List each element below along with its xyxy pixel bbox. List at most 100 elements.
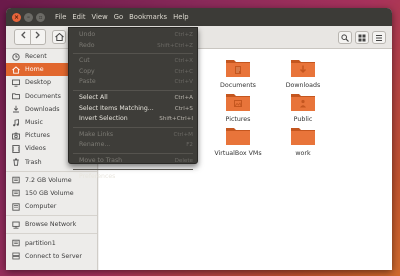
home-icon bbox=[12, 66, 20, 74]
sidebar-item-browse-network[interactable]: Browse Network bbox=[6, 218, 97, 231]
folder-icon bbox=[225, 57, 251, 79]
menu-separator bbox=[73, 89, 193, 91]
folder-label: VirtualBox VMs bbox=[214, 150, 262, 157]
folder-icon bbox=[225, 91, 251, 113]
folder-downloads[interactable]: Downloads bbox=[272, 57, 334, 89]
menu-item-copy: Copy Ctrl+C bbox=[69, 67, 197, 78]
folder-label: work bbox=[295, 150, 311, 157]
drive-icon bbox=[12, 239, 20, 247]
menu-separator bbox=[73, 168, 193, 170]
menu-item-redo: Redo Shift+Ctrl+Z bbox=[69, 41, 197, 52]
menu-separator bbox=[73, 152, 193, 154]
menu-item-shortcut: Shift+Ctrl+Z bbox=[157, 42, 193, 49]
menu-go[interactable]: Go bbox=[114, 13, 123, 21]
menu-item-label: Rename... bbox=[79, 141, 111, 149]
menu-item-label: Copy bbox=[79, 67, 95, 75]
sidebar-item-computer[interactable]: Computer bbox=[6, 200, 97, 213]
folder-virtualbox-vms[interactable]: VirtualBox VMs bbox=[207, 125, 269, 157]
minimize-window-button[interactable]: – bbox=[24, 12, 33, 22]
close-window-button[interactable]: × bbox=[12, 12, 21, 22]
folder-public[interactable]: Public bbox=[272, 91, 334, 123]
menu-item-label: Preferences bbox=[79, 172, 116, 180]
folder-work[interactable]: work bbox=[272, 125, 334, 157]
menubar: File Edit View Go Bookmarks Help bbox=[55, 13, 189, 21]
forward-button[interactable] bbox=[30, 30, 45, 44]
edit-menu-dropdown: Undo Ctrl+Z Redo Shift+Ctrl+Z Cut Ctrl+X Copy C… bbox=[68, 27, 198, 180]
sidebar-item-label: Recent bbox=[25, 53, 47, 61]
menu-item-paste: Paste Ctrl+V bbox=[69, 77, 197, 88]
home-path-button[interactable] bbox=[52, 30, 66, 44]
server-icon bbox=[12, 252, 20, 260]
file-manager-window: × – ▫ File Edit View Go Bookmarks Help R… bbox=[6, 8, 392, 270]
sidebar-item-label: 7.2 GB Volume bbox=[25, 176, 72, 184]
menu-item-move-to-trash: Move to Trash Delete bbox=[69, 156, 197, 167]
sidebar-item-label: 150 GB Volume bbox=[25, 189, 74, 197]
menu-item-shortcut: Ctrl+M bbox=[173, 131, 193, 138]
hamburger-icon bbox=[376, 34, 382, 41]
sidebar-item-connect-to-server[interactable]: Connect to Server bbox=[6, 250, 97, 263]
sidebar-item-label: partition1 bbox=[25, 239, 56, 247]
menu-item-preferences[interactable]: Preferences bbox=[69, 172, 197, 183]
menu-bookmarks[interactable]: Bookmarks bbox=[129, 13, 167, 21]
folder-documents[interactable]: Documents bbox=[207, 57, 269, 89]
menu-item-label: Cut bbox=[79, 57, 90, 65]
sidebar-item-label: Home bbox=[25, 66, 44, 74]
sidebar-separator bbox=[6, 215, 97, 217]
sidebar-item-label: Computer bbox=[25, 203, 57, 211]
clock-icon bbox=[12, 52, 20, 61]
grid-view-button[interactable] bbox=[355, 31, 369, 44]
window-controls: × – ▫ bbox=[12, 12, 45, 22]
menu-file[interactable]: File bbox=[55, 13, 66, 21]
sidebar-item-label: Trash bbox=[25, 158, 42, 166]
menu-edit[interactable]: Edit bbox=[72, 13, 85, 21]
folder-icon bbox=[290, 91, 316, 113]
folder-label: Pictures bbox=[225, 116, 251, 123]
chevron-right-icon bbox=[35, 31, 40, 39]
trash-icon bbox=[12, 158, 20, 166]
menu-item-label: Select All bbox=[79, 93, 108, 101]
menu-item-shortcut: Ctrl+S bbox=[174, 105, 193, 112]
menu-item-label: Move to Trash bbox=[79, 156, 123, 164]
menu-help[interactable]: Help bbox=[173, 13, 189, 21]
nav-buttons bbox=[14, 29, 46, 45]
maximize-window-button[interactable]: ▫ bbox=[36, 12, 45, 22]
sidebar-separator bbox=[6, 233, 97, 235]
drive-icon bbox=[12, 189, 20, 197]
folder-label: Public bbox=[293, 116, 313, 123]
menu-item-select-items-matching[interactable]: Select Items Matching... Ctrl+S bbox=[69, 104, 197, 115]
folder-icon bbox=[225, 125, 251, 147]
sidebar-item-partition1[interactable]: partition1 bbox=[6, 236, 97, 249]
toolbar bbox=[6, 26, 392, 49]
menu-item-shortcut: Ctrl+A bbox=[174, 94, 193, 101]
menu-item-shortcut: Ctrl+V bbox=[174, 79, 193, 86]
computer-icon bbox=[12, 203, 20, 211]
folder-icon bbox=[12, 92, 20, 100]
menu-separator bbox=[73, 126, 193, 128]
menu-item-select-all[interactable]: Select All Ctrl+A bbox=[69, 93, 197, 104]
menu-button[interactable] bbox=[372, 31, 386, 44]
menu-item-label: Undo bbox=[79, 31, 96, 38]
menu-separator bbox=[73, 53, 193, 55]
back-button[interactable] bbox=[15, 30, 30, 44]
menu-item-label: Select Items Matching... bbox=[79, 104, 154, 112]
menu-item-cut: Cut Ctrl+X bbox=[69, 56, 197, 67]
menu-item-invert-selection[interactable]: Invert Selection Shift+Ctrl+I bbox=[69, 114, 197, 125]
menu-item-shortcut: Ctrl+C bbox=[174, 68, 193, 75]
download-icon bbox=[12, 105, 20, 113]
video-icon bbox=[12, 144, 20, 153]
folder-pictures[interactable]: Pictures bbox=[207, 91, 269, 123]
menu-item-label: Make Links bbox=[79, 130, 114, 138]
network-icon bbox=[12, 221, 20, 229]
toolbar-right bbox=[338, 31, 386, 44]
folder-icon bbox=[290, 57, 316, 79]
search-button[interactable] bbox=[338, 31, 352, 44]
music-icon bbox=[12, 118, 20, 127]
titlebar: × – ▫ File Edit View Go Bookmarks Help bbox=[6, 8, 392, 26]
sidebar-item-label: Downloads bbox=[25, 105, 60, 113]
sidebar-item-label: Desktop bbox=[25, 79, 51, 87]
grid-icon bbox=[358, 34, 366, 41]
sidebar-item-label: Browse Network bbox=[25, 221, 77, 229]
menu-view[interactable]: View bbox=[92, 13, 108, 21]
folder-icon bbox=[290, 125, 316, 147]
sidebar-item-150-gb-volume[interactable]: 150 GB Volume bbox=[6, 187, 97, 200]
